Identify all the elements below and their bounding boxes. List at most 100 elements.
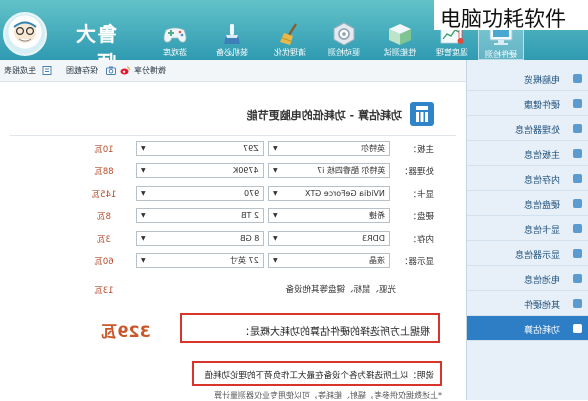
power-value: 8瓦	[97, 212, 111, 222]
disk-size-select[interactable]: ▼ 2 TB	[136, 208, 264, 223]
sidebar-item-label: 处理器信息	[514, 126, 560, 136]
select-value: 27 英寸	[230, 256, 259, 265]
select-value: Z97	[243, 144, 259, 153]
note-box: 说明：以上所选择为各个设备在最大工作负荷下的理论功耗值	[192, 361, 442, 386]
sidebar-item-other-hardware[interactable]: 其他硬件	[467, 291, 588, 316]
select-value: 4790K	[233, 166, 259, 175]
sidebar-item-label: 电池信息	[523, 276, 560, 286]
row-label-cpu: 处理器：	[399, 167, 434, 177]
sidebar-item-label: 电脑概览	[523, 76, 560, 86]
nav-label: 游戏库	[163, 48, 187, 57]
sidebar-item-label: 其他硬件	[523, 301, 560, 311]
nav-clean-optimize[interactable]: 清理优化	[267, 22, 313, 60]
overlay-caption: 电脑功耗软件	[440, 7, 566, 31]
computer-icon	[573, 74, 582, 83]
other-devices-power: 13瓦	[94, 286, 114, 296]
power-icon	[573, 324, 582, 333]
gpu-model-select[interactable]: ▼ 970	[136, 186, 264, 201]
footnote: *上述数据仅供参考，辐射、能耗等，可以使用专业仪器测量计算	[214, 391, 442, 400]
select-value: 970	[243, 189, 259, 198]
nav-essential-software[interactable]: 装机必备	[209, 22, 255, 60]
other-devices-label: 光驱、鼠标、键盘等其他设备	[285, 285, 396, 295]
nav-label: 温度管理	[436, 48, 468, 57]
generate-report-button[interactable]: 生成报表	[4, 64, 58, 78]
chevron-down-icon: ▼	[141, 235, 146, 242]
cpu-brand-select[interactable]: ▼ 英特尔 酷睿四核 i7	[268, 163, 390, 178]
chevron-down-icon: ▼	[141, 257, 146, 264]
sidebar-item-motherboard[interactable]: 主板信息	[467, 141, 588, 166]
sidebar-item-label: 功耗估算	[523, 326, 560, 336]
nav-game-library[interactable]: 游戏库	[152, 22, 198, 60]
sidebar-item-memory[interactable]: 内存信息	[467, 166, 588, 191]
select-value: 2 TB	[240, 211, 259, 220]
sidebar-item-label: 硬盘信息	[523, 201, 560, 211]
monitor-type-select[interactable]: ▼ 液晶	[268, 253, 390, 268]
sidebar-item-label: 硬件健康	[523, 101, 560, 111]
disk-icon	[573, 199, 582, 208]
sidebar-item-label: 显示器信息	[514, 251, 560, 261]
row-label-motherboard: 主板：	[408, 145, 434, 155]
select-value: 英特尔 酷睿四核 i7	[316, 166, 385, 175]
sidebar-item-overview[interactable]: 电脑概览	[467, 66, 588, 91]
report-icon	[42, 66, 52, 75]
power-value: 88瓦	[94, 167, 114, 177]
sidebar-item-monitor[interactable]: 显示器信息	[467, 241, 588, 266]
note-text: 说明：以上所选择为各个设备在最大工作负荷下的理论功耗值	[204, 371, 434, 381]
motherboard-icon	[573, 149, 582, 158]
paint-brush-icon	[224, 24, 240, 44]
sidebar-item-label: 主板信息	[523, 151, 560, 161]
page-title: 功耗估算 - 功耗低的电脑更节能	[246, 109, 402, 122]
hexagon-gear-icon	[333, 22, 355, 46]
sidebar-item-gpu[interactable]: 显卡信息	[467, 216, 588, 241]
nav-driver-detect[interactable]: 驱动检测	[321, 22, 367, 60]
cpu-icon	[573, 124, 582, 133]
monitor-icon	[573, 249, 582, 258]
title-divider	[10, 135, 456, 136]
sidebar-item-hardware-health[interactable]: 硬件健康	[467, 91, 588, 116]
calculator-icon	[410, 102, 434, 126]
memory-icon	[573, 174, 582, 183]
chevron-down-icon: ▼	[273, 212, 278, 219]
row-label-monitor: 显示器：	[399, 257, 434, 267]
motherboard-model-select[interactable]: ▼ Z97	[136, 141, 264, 156]
nav-performance-test[interactable]: 性能测试	[377, 22, 423, 60]
total-power-value: 329瓦	[101, 322, 151, 341]
weibo-share-button[interactable]: 微博分享	[120, 64, 178, 78]
power-value: 60瓦	[94, 257, 114, 267]
sidebar-item-power-estimate[interactable]: 功耗估算	[467, 316, 588, 341]
chevron-down-icon: ▼	[273, 190, 278, 197]
row-label-disk: 硬盘：	[408, 212, 434, 222]
chevron-down-icon: ▼	[141, 145, 146, 152]
save-screenshot-button[interactable]: 保存截图	[66, 64, 120, 78]
toolbar-label: 生成报表	[4, 66, 36, 75]
disk-brand-select[interactable]: ▼ 希捷	[268, 208, 390, 223]
motherboard-brand-select[interactable]: ▼ 英特尔	[268, 141, 390, 156]
toolbar-label: 微博分享	[134, 66, 166, 75]
chevron-down-icon: ▼	[273, 257, 278, 264]
nav-label: 装机必备	[216, 48, 248, 57]
chevron-down-icon: ▼	[141, 190, 146, 197]
gamepad-icon	[163, 27, 187, 43]
chevron-down-icon: ▼	[273, 145, 278, 152]
camera-icon	[106, 66, 116, 75]
total-estimate-box: 根据上方所选择的硬件估算的功耗大概是：	[180, 313, 440, 343]
memory-type-select[interactable]: ▼ DDR3	[268, 231, 390, 246]
sidebar-item-disk[interactable]: 硬盘信息	[467, 191, 588, 216]
cpu-model-select[interactable]: ▼ 4790K	[136, 163, 264, 178]
memory-size-select[interactable]: ▼ 8 GB	[136, 231, 264, 246]
overlay-caption-box: 电脑功耗软件	[434, 0, 588, 31]
broom-icon	[280, 23, 297, 45]
total-estimate-label: 根据上方所选择的硬件估算的功耗大概是：	[240, 327, 430, 338]
other-hardware-icon	[573, 299, 582, 308]
ludashi-logo-icon	[3, 12, 47, 56]
sidebar-item-battery[interactable]: 电池信息	[467, 266, 588, 291]
battery-icon	[573, 274, 582, 283]
sidebar-item-label: 显卡信息	[523, 226, 560, 236]
sidebar-item-cpu[interactable]: 处理器信息	[467, 116, 588, 141]
nav-label: 清理优化	[274, 48, 306, 57]
gpu-brand-select[interactable]: ▼ NVidia GeForce GTX	[268, 186, 390, 201]
power-value: 145瓦	[91, 190, 117, 200]
nav-label: 性能测试	[384, 48, 416, 57]
select-value: 液晶	[369, 256, 385, 265]
monitor-size-select[interactable]: ▼ 27 英寸	[136, 253, 264, 268]
